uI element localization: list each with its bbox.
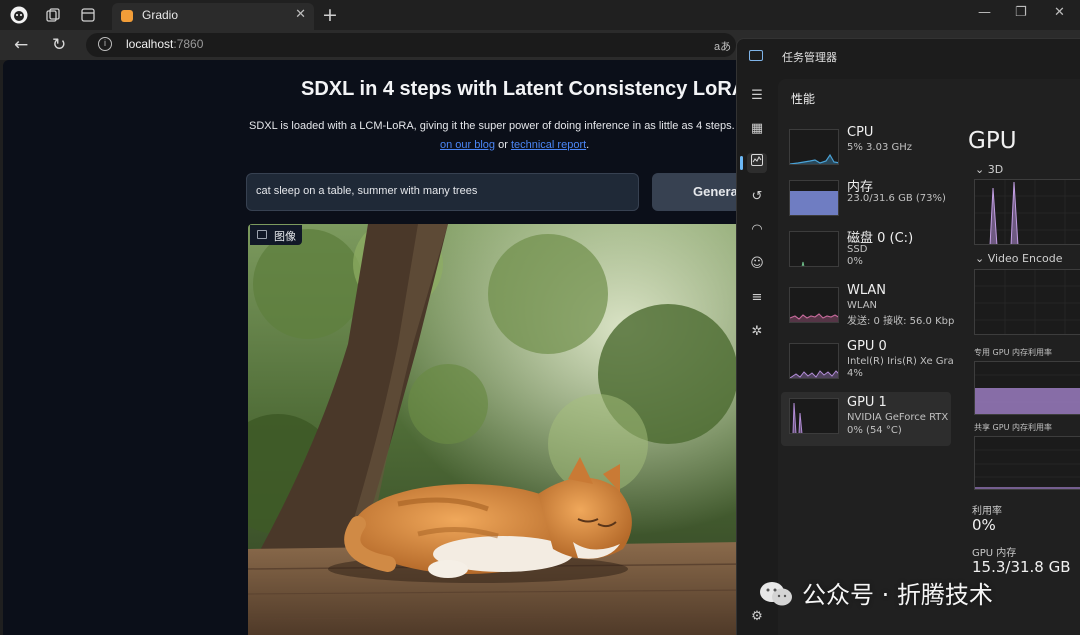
shared-memory-graph <box>974 436 1080 490</box>
perf-sub-disk-type: SSD <box>847 244 868 255</box>
collections-icon[interactable] <box>44 6 62 24</box>
perf-sub-cpu: 5% 3.03 GHz <box>847 142 913 153</box>
perf-item-gpu0[interactable]: GPU 0 Intel(R) Iris(R) Xe Gra 4% <box>781 339 954 393</box>
url-text: localhost:7860 <box>126 37 204 51</box>
close-icon[interactable]: ✕ <box>295 7 306 22</box>
gpu-detail-panel: GPU ⌄ 3D ⌄ Video Encode 专用 GPU 内存利用率 共享 … <box>958 79 1080 635</box>
read-aloud-icon[interactable]: aあ <box>714 38 731 54</box>
blog-link[interactable]: on our blog <box>440 139 495 151</box>
gpu1-mini-graph <box>789 398 839 434</box>
engine-video-encode-graph <box>974 269 1080 335</box>
image-icon <box>257 230 267 239</box>
performance-pane: 性能 CPU 5% 3.03 GHz 内存 23.0/31.6 GB (73%) <box>778 79 1080 635</box>
perf-name-cpu: CPU <box>847 125 874 140</box>
gradio-favicon <box>121 10 133 22</box>
dedicated-memory-label: 专用 GPU 内存利用率 <box>974 348 1052 357</box>
tab-title: Gradio <box>142 8 179 22</box>
gpu0-mini-graph <box>789 343 839 379</box>
tab-actions-icon[interactable] <box>79 6 97 24</box>
perf-sub-wlan-throughput: 发送: 0 接收: 56.0 Kbp <box>847 316 955 327</box>
cpu-mini-graph <box>789 129 839 165</box>
restore-icon[interactable]: ❐ <box>1015 5 1027 20</box>
description-line-2: on our blog or technical report. <box>440 139 590 151</box>
perf-item-disk[interactable]: 磁盘 0 (C:) SSD 0% <box>781 227 951 281</box>
perf-name-gpu0: GPU 0 <box>847 339 887 354</box>
gpu-memory-value: 15.3/31.8 GB <box>972 558 1071 576</box>
back-icon[interactable]: ← <box>14 35 28 55</box>
perf-sub-gpu1-usage: 0% (54 °C) <box>847 425 902 436</box>
task-manager-title: 任务管理器 <box>782 51 837 64</box>
disk-mini-graph <box>789 231 839 267</box>
perf-sub-disk-usage: 0% <box>847 256 863 267</box>
url-field[interactable]: i localhost:7860 aあ <box>86 33 736 57</box>
engine-3d-label[interactable]: ⌄ 3D <box>975 163 1003 176</box>
utilization-label: 利用率 <box>972 506 1002 517</box>
site-info-icon[interactable]: i <box>98 37 112 51</box>
task-manager-app-icon <box>749 50 763 61</box>
active-indicator <box>740 156 743 170</box>
wlan-mini-graph <box>789 287 839 323</box>
perf-sub-gpu0-usage: 4% <box>847 368 863 379</box>
app-history-icon[interactable]: ↺ <box>747 187 767 207</box>
refresh-icon[interactable]: ↻ <box>52 35 66 55</box>
gpu-memory-label: GPU 内存 <box>972 548 1017 559</box>
users-icon[interactable]: ☺ <box>747 254 767 274</box>
prompt-input[interactable]: cat sleep on a table, summer with many t… <box>246 173 639 211</box>
shared-memory-label: 共享 GPU 内存利用率 <box>974 423 1052 432</box>
engine-3d-graph <box>974 179 1080 245</box>
browser-tab-bar: Gradio ✕ + — ❐ ✕ <box>0 0 1080 30</box>
processes-icon[interactable]: ▦ <box>747 119 767 139</box>
perf-name-gpu1: GPU 1 <box>847 395 887 410</box>
gradio-page: SDXL in 4 steps with Latent Consistency … <box>3 60 736 635</box>
hamburger-menu-icon[interactable]: ☰ <box>747 86 767 106</box>
profile-icon[interactable] <box>10 6 28 24</box>
cat-photo-illustration <box>248 224 736 635</box>
image-label: 图像 <box>250 225 302 245</box>
memory-mini-graph <box>789 180 839 216</box>
dedicated-memory-graph <box>974 361 1080 415</box>
performance-icon[interactable] <box>747 153 767 173</box>
perf-sub-memory: 23.0/31.6 GB (73%) <box>847 193 946 204</box>
description-line-1: SDXL is loaded with a LCM-LoRA, giving i… <box>249 120 735 132</box>
services-icon[interactable]: ✲ <box>747 322 767 342</box>
perf-item-wlan[interactable]: WLAN WLAN 发送: 0 接收: 56.0 Kbp <box>781 283 955 337</box>
gpu-detail-title: GPU <box>968 128 1017 154</box>
close-window-icon[interactable]: ✕ <box>1054 5 1065 20</box>
new-tab-icon[interactable]: + <box>322 4 338 26</box>
tab-gradio[interactable]: Gradio ✕ <box>112 3 314 30</box>
task-manager-window: 任务管理器 ☰ ▦ ↺ ◠ ☺ ≡ ✲ ⚙ 性能 CPU 5% 3.03 GHz <box>736 38 1080 635</box>
generated-image[interactable] <box>248 224 736 635</box>
wechat-watermark: 公众号 · 折腾技术 <box>758 575 993 611</box>
wechat-logo-icon <box>760 582 792 606</box>
perf-item-memory[interactable]: 内存 23.0/31.6 GB (73%) <box>781 176 951 230</box>
minimize-icon[interactable]: — <box>978 5 991 20</box>
generate-button[interactable]: Genera <box>652 173 736 211</box>
startup-apps-icon[interactable]: ◠ <box>747 220 767 240</box>
report-link[interactable]: technical report <box>511 139 586 151</box>
performance-heading: 性能 <box>791 92 816 106</box>
perf-sub-gpu0-model: Intel(R) Iris(R) Xe Gra <box>847 356 954 367</box>
perf-sub-gpu1-model: NVIDIA GeForce RTX <box>847 412 949 423</box>
engine-video-encode-label[interactable]: ⌄ Video Encode <box>975 252 1062 265</box>
perf-item-gpu1[interactable]: GPU 1 NVIDIA GeForce RTX 0% (54 °C) <box>781 392 951 446</box>
page-title: SDXL in 4 steps with Latent Consistency … <box>301 78 736 100</box>
perf-sub-wlan-adapter: WLAN <box>847 300 878 311</box>
perf-name-wlan: WLAN <box>847 283 887 298</box>
details-icon[interactable]: ≡ <box>747 288 767 308</box>
utilization-value: 0% <box>972 516 996 534</box>
perf-item-cpu[interactable]: CPU 5% 3.03 GHz <box>781 125 951 179</box>
